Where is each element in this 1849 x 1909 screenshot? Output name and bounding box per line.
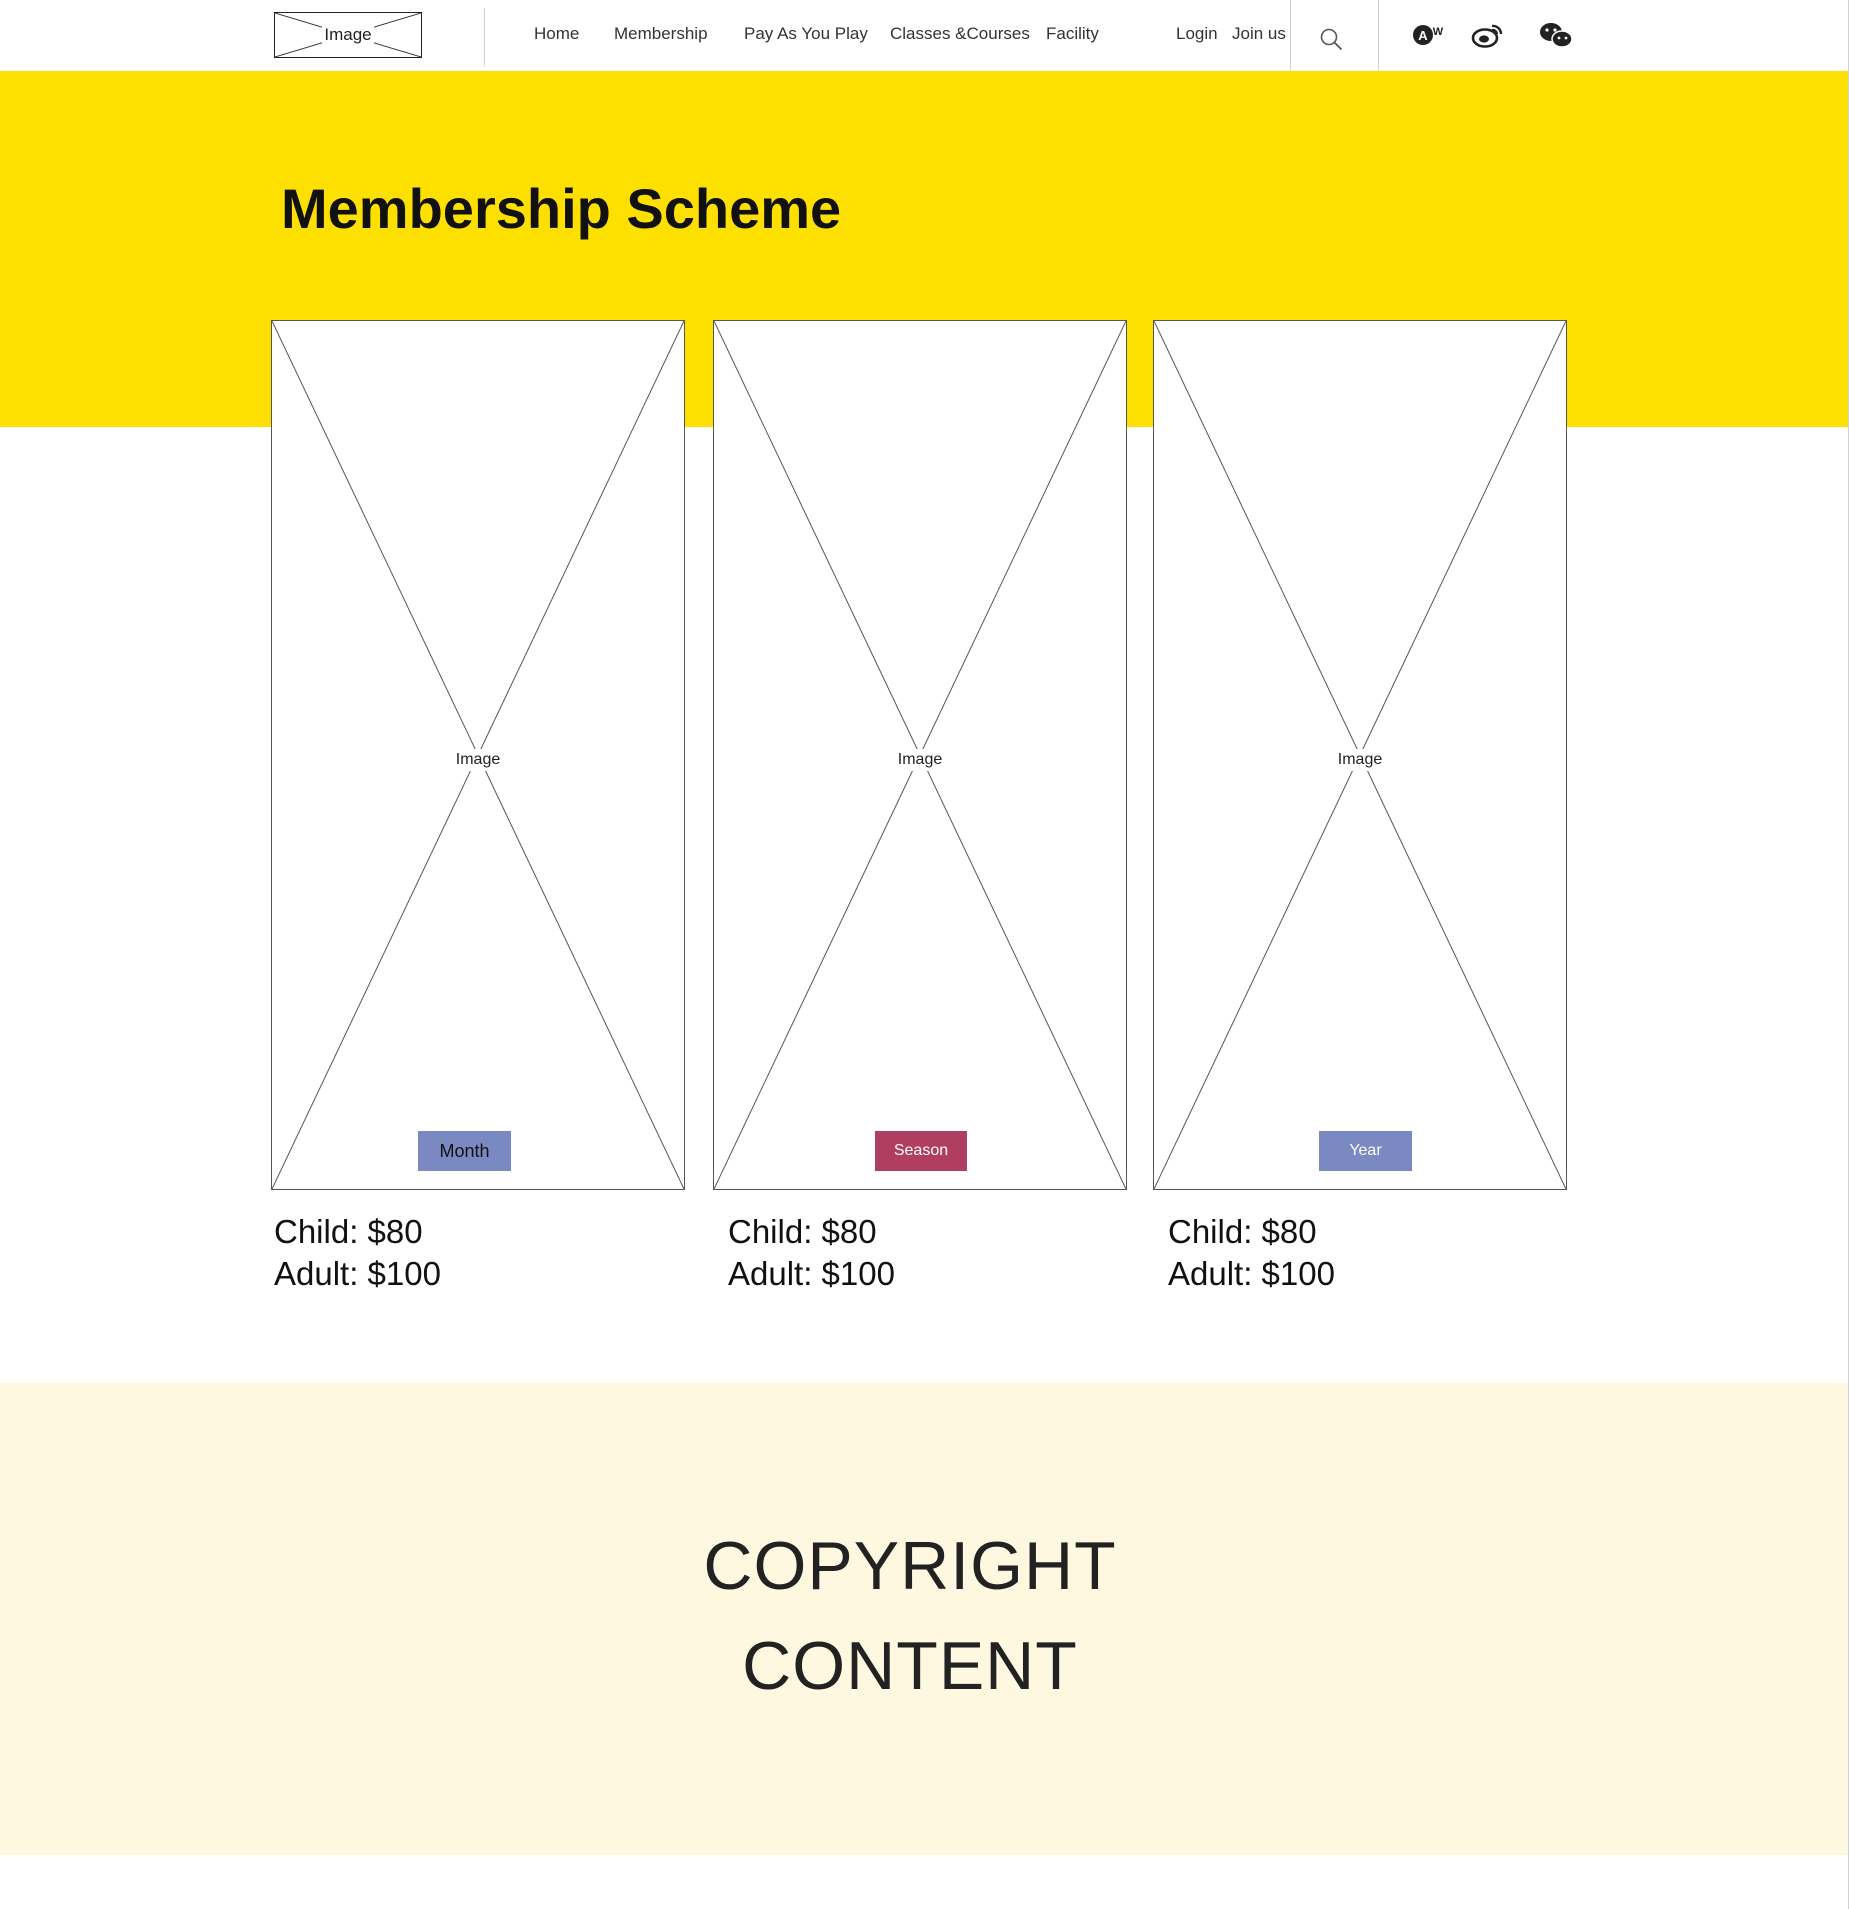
child-price: Child: $80	[274, 1213, 423, 1250]
month-button[interactable]: Month	[418, 1131, 511, 1171]
page-title: Membership Scheme	[281, 177, 842, 240]
login-link[interactable]: Login	[1176, 24, 1218, 43]
copyright-line-1: COPYRIGHT	[703, 1528, 1117, 1604]
logo-label: Image	[322, 25, 374, 45]
image-label: Image	[451, 749, 505, 771]
aw-icon[interactable]: A W	[1410, 20, 1446, 50]
adult-price: Adult: $100	[728, 1255, 895, 1292]
image-label: Image	[1333, 749, 1387, 771]
plan-card-year[interactable]: Image Year	[1153, 320, 1567, 1190]
wechat-icon[interactable]	[1538, 20, 1574, 50]
copyright-line-2: CONTENT	[742, 1628, 1078, 1704]
image-label: Image	[893, 749, 947, 771]
svg-text:W: W	[1433, 26, 1444, 38]
weibo-icon[interactable]	[1470, 20, 1506, 50]
child-price: Child: $80	[728, 1213, 877, 1250]
copyright-text: COPYRIGHT CONTENT	[0, 1516, 1820, 1716]
adult-price: Adult: $100	[1168, 1255, 1335, 1292]
nav-pay-as-you-play[interactable]: Pay As You Play	[744, 24, 868, 43]
plan-card-month[interactable]: Image Month	[271, 320, 685, 1190]
year-button[interactable]: Year	[1319, 1131, 1412, 1171]
plan-card-season[interactable]: Image Season	[713, 320, 1127, 1190]
nav-classes-courses[interactable]: Classes &Courses	[890, 24, 1030, 43]
svg-text:A: A	[1418, 28, 1428, 43]
header-divider	[1378, 0, 1379, 70]
header-divider	[1290, 0, 1291, 70]
nav-home[interactable]: Home	[534, 24, 579, 43]
site-logo[interactable]: Image	[274, 12, 422, 58]
child-price: Child: $80	[1168, 1213, 1317, 1250]
header-divider	[484, 8, 485, 66]
search-icon[interactable]	[1318, 26, 1344, 52]
season-button[interactable]: Season	[875, 1131, 967, 1171]
nav-facility[interactable]: Facility	[1046, 24, 1099, 43]
adult-price: Adult: $100	[274, 1255, 441, 1292]
site-header: Image Home Membership Pay As You Play Cl…	[0, 0, 1848, 72]
join-us-link[interactable]: Join us	[1232, 24, 1286, 43]
nav-membership[interactable]: Membership	[614, 24, 708, 43]
